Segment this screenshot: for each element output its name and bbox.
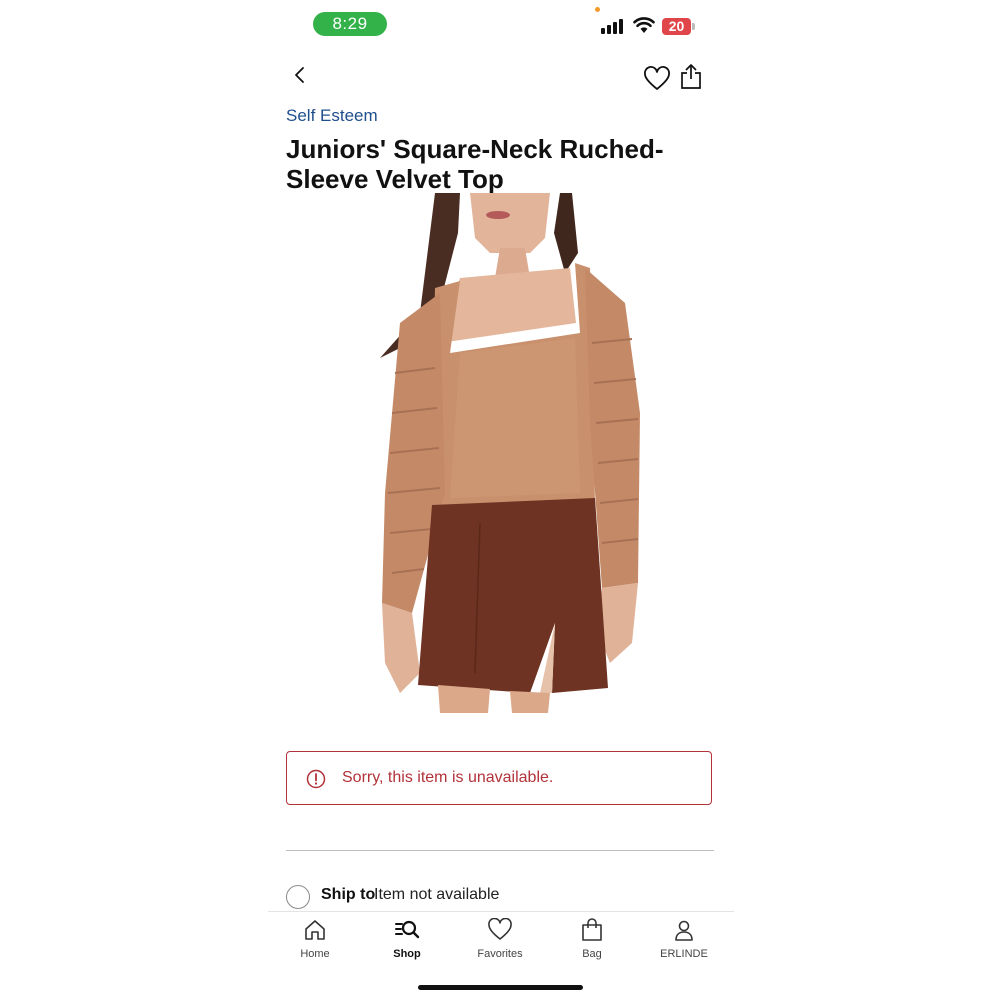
signal-icon [601,18,627,34]
battery-cap [692,23,695,30]
tab-account[interactable]: ERLINDE [644,918,724,960]
product-title: Juniors' Square-Neck Ruched-Sleeve Velve… [286,134,664,194]
home-icon [305,920,325,940]
tab-favorites[interactable]: Favorites [460,918,540,960]
tab-home-label: Home [300,948,330,960]
tab-account-label: ERLINDE [660,948,708,960]
bag-icon [582,918,602,941]
status-time: 8:29 [313,12,387,36]
battery-icon: 20 [662,18,691,35]
exclamation-circle-icon [306,769,326,789]
alert-message: Sorry, this item is unavailable. [342,769,554,786]
ship-to-status: Item not available [374,886,500,903]
heart-icon[interactable] [643,66,671,92]
privacy-indicator-dot [595,7,600,12]
heart-icon [488,918,512,940]
section-divider [286,850,714,851]
share-icon[interactable] [680,62,702,90]
tab-shop[interactable]: Shop [367,918,447,960]
shop-search-icon [395,920,420,939]
tab-favorites-label: Favorites [477,948,523,960]
ship-to-label: Ship to [321,886,376,903]
tab-bar-divider [268,911,734,912]
back-chevron-icon[interactable] [290,64,310,86]
tab-bag[interactable]: Bag [552,918,632,960]
home-indicator[interactable] [418,985,583,990]
tab-home[interactable]: Home [275,918,355,960]
account-icon [675,920,693,941]
product-image[interactable] [340,193,660,713]
tab-bag-label: Bag [582,948,602,960]
wifi-icon [633,17,655,33]
tab-shop-label: Shop [393,948,421,960]
brand-link[interactable]: Self Esteem [286,106,378,126]
ship-to-radio[interactable] [286,885,310,909]
